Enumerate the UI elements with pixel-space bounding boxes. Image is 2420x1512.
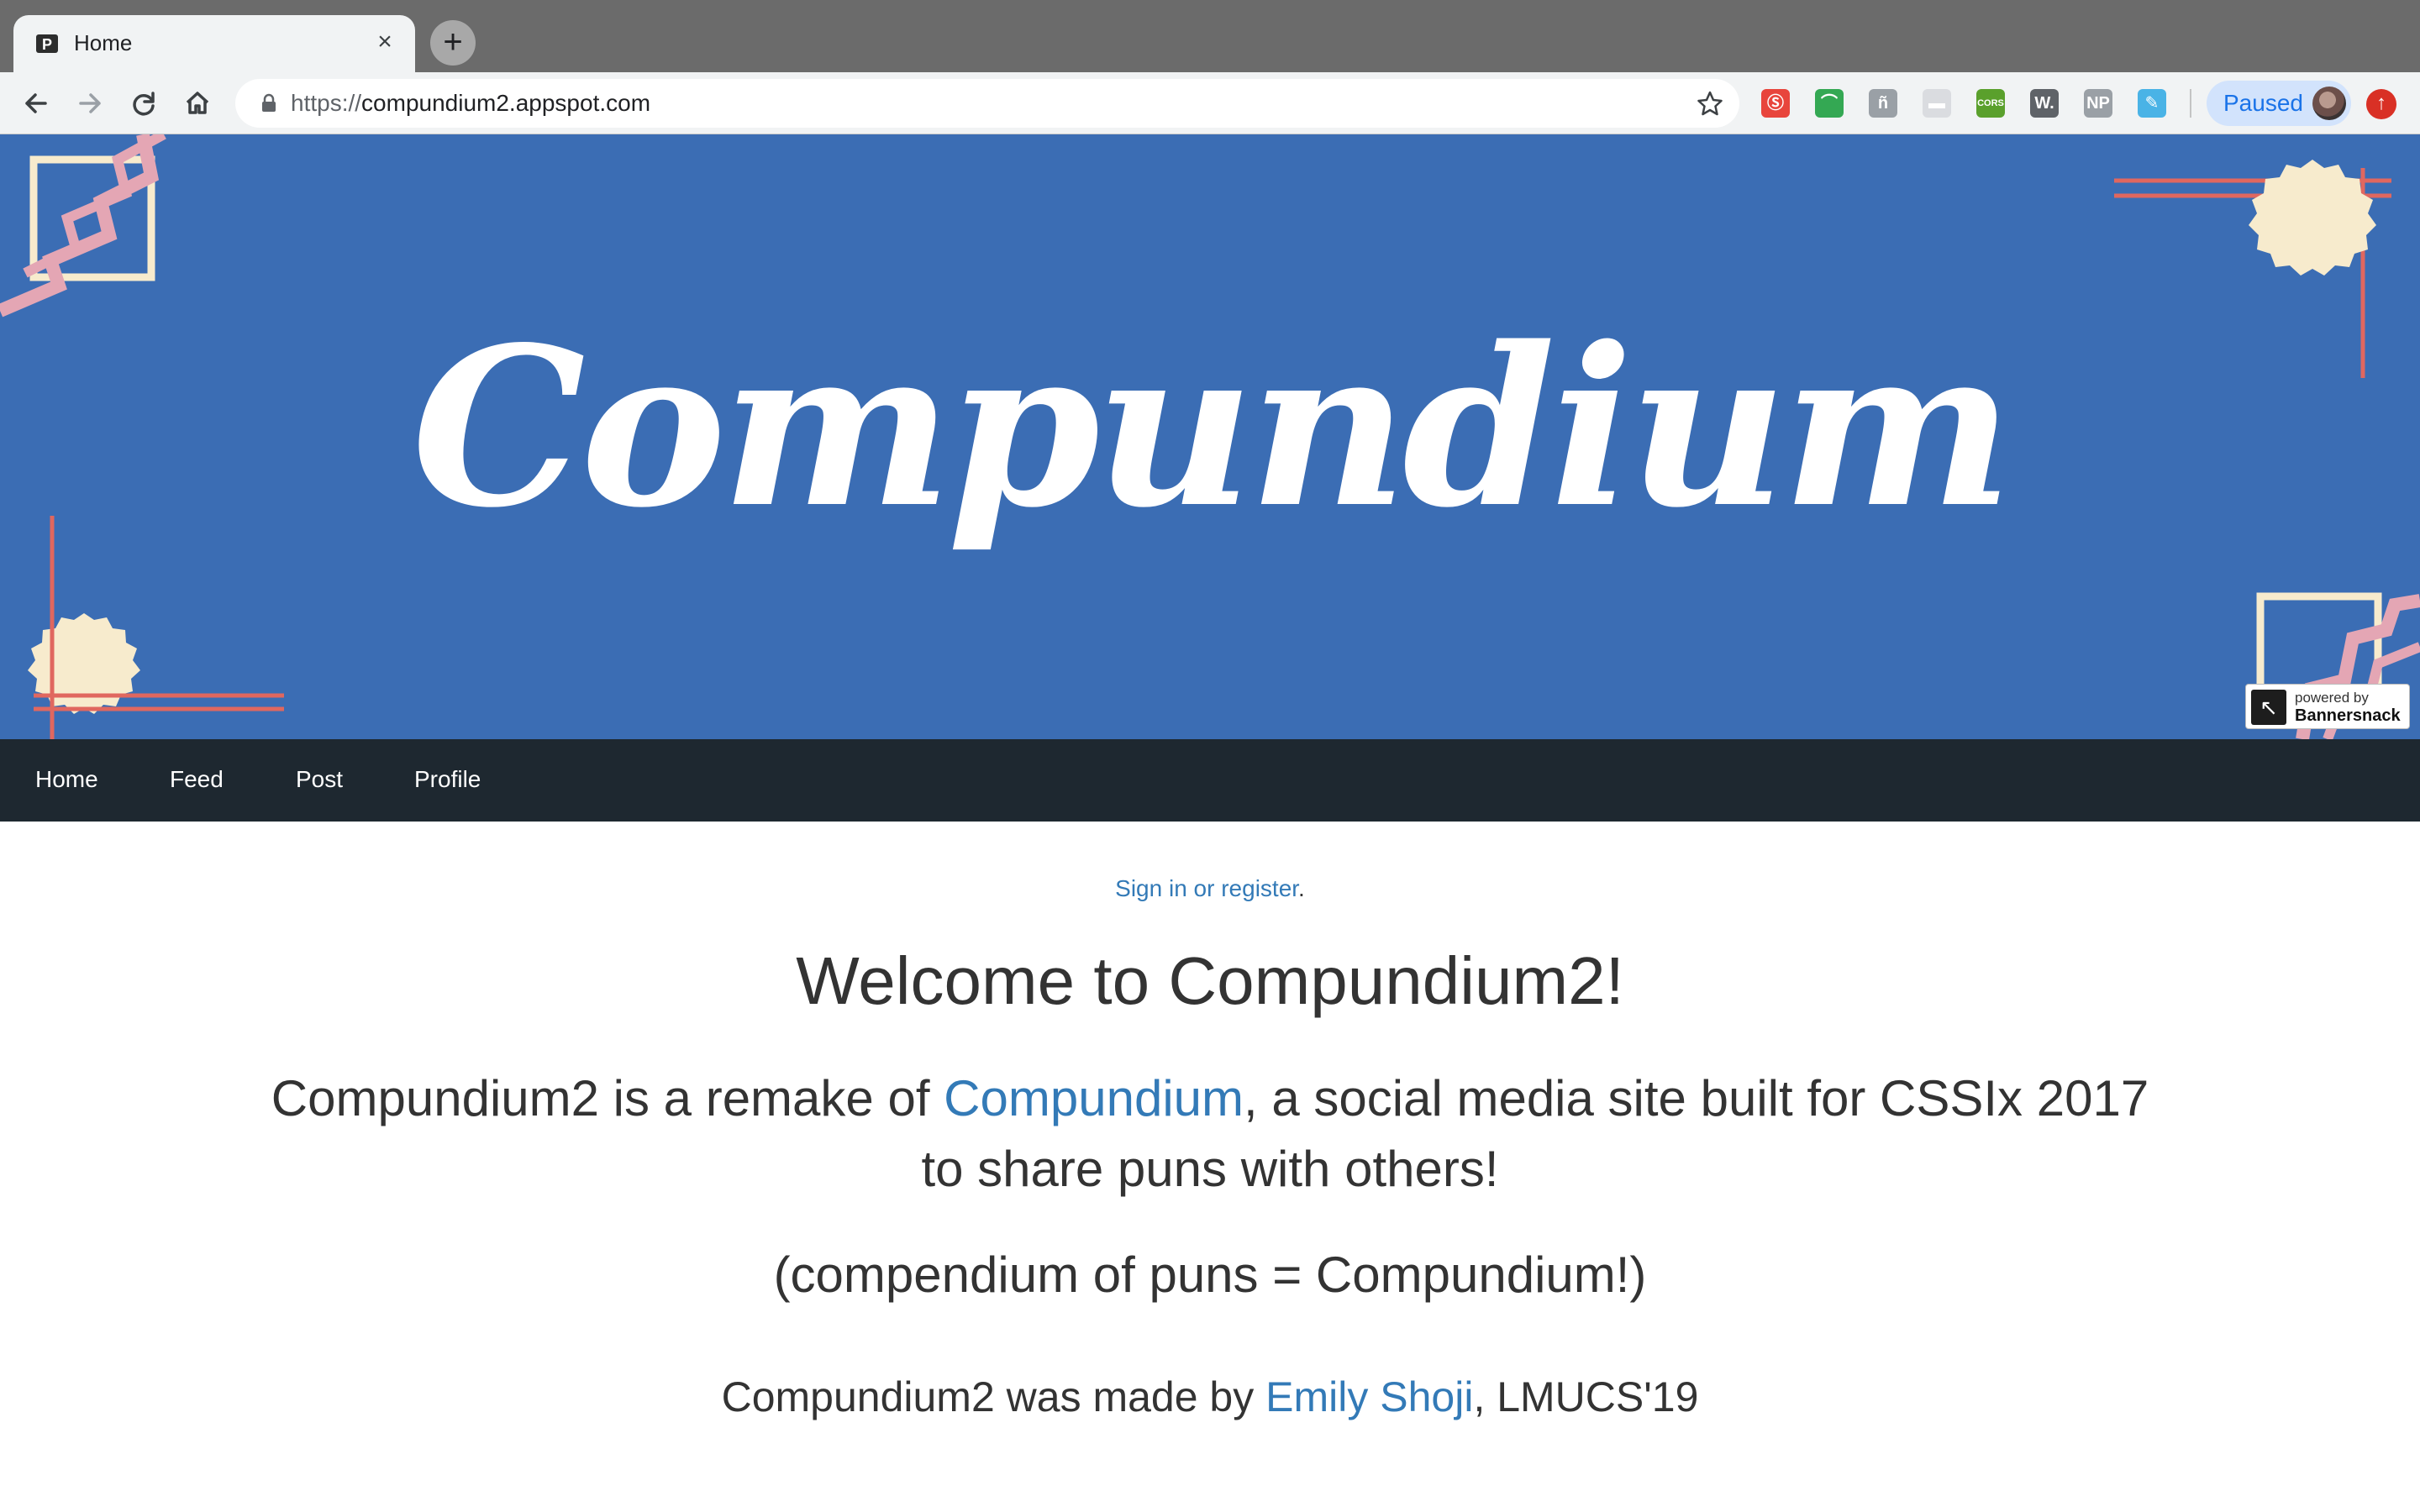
extension-8-icon[interactable]: ✎ bbox=[2138, 89, 2166, 118]
nav-profile-link[interactable]: Profile bbox=[414, 763, 481, 796]
extension-3-icon[interactable]: ñ bbox=[1869, 89, 1897, 118]
site-navbar: Home Feed Post Profile bbox=[0, 739, 2420, 822]
back-arrow-icon[interactable] bbox=[15, 82, 57, 124]
svg-text:P: P bbox=[42, 36, 52, 53]
credit-text-before: Compundium2 was made by bbox=[721, 1373, 1266, 1420]
url-text: https://compundium2.appspot.com bbox=[291, 90, 651, 116]
nav-feed-link[interactable]: Feed bbox=[170, 763, 224, 796]
author-link[interactable]: Emily Shoji bbox=[1265, 1373, 1473, 1420]
extension-4-icon[interactable]: ▬ bbox=[1923, 89, 1951, 118]
banner-burst-bottom-left bbox=[28, 613, 140, 714]
forward-arrow-icon[interactable] bbox=[69, 82, 111, 124]
author-credit: Compundium2 was made by Emily Shoji, LMU… bbox=[0, 1368, 2420, 1426]
tab-title: Home bbox=[74, 30, 133, 55]
bookmark-star-icon[interactable] bbox=[1696, 87, 1724, 119]
address-bar[interactable]: https://compundium2.appspot.com bbox=[235, 79, 1739, 128]
browser-tabstrip: P Home × + bbox=[0, 0, 2420, 72]
banner-decoration: Compundium bbox=[0, 134, 2420, 739]
powered-by-label: powered by bbox=[2295, 690, 2369, 706]
home-icon[interactable] bbox=[176, 82, 218, 124]
profile-status-label: Paused bbox=[2223, 90, 2303, 116]
site-banner: Compundium ↖ powered by Bannersnack bbox=[0, 134, 2420, 739]
banner-logo-text: Compundium bbox=[412, 300, 2008, 556]
bannersnack-logo-icon: ↖ bbox=[2251, 690, 2286, 725]
nav-post-link[interactable]: Post bbox=[296, 763, 343, 796]
browser-toolbar: https://compundium2.appspot.com Ⓢ ⌒ ñ ▬ CORS… bbox=[0, 72, 2420, 134]
profile-avatar bbox=[2312, 87, 2346, 120]
site-favicon-icon: P bbox=[36, 34, 58, 53]
tab-close-icon[interactable]: × bbox=[370, 27, 400, 57]
page-title: Welcome to Compundium2! bbox=[796, 943, 1624, 1018]
signin-register-link[interactable]: Sign in or register bbox=[1115, 875, 1298, 901]
new-tab-button[interactable]: + bbox=[430, 20, 476, 66]
lock-icon bbox=[262, 93, 276, 112]
site-description: Compundium2 is a remake of Compundium, a… bbox=[252, 1063, 2168, 1205]
toolbar-separator bbox=[2190, 89, 2191, 118]
extension-np-icon[interactable]: NP bbox=[2084, 89, 2112, 118]
bannersnack-label: Bannersnack bbox=[2295, 706, 2401, 725]
extension-2-icon[interactable]: ⌒ bbox=[1815, 89, 1844, 118]
profile-paused-button[interactable]: Paused bbox=[2207, 81, 2351, 126]
desc-text-before: Compundium2 is a remake of bbox=[271, 1070, 944, 1126]
powered-by-bannersnack-badge[interactable]: ↖ powered by Bannersnack bbox=[2245, 684, 2410, 729]
signin-suffix: . bbox=[1298, 875, 1305, 901]
reload-icon[interactable] bbox=[123, 82, 165, 124]
compundium-link[interactable]: Compundium bbox=[944, 1070, 1244, 1126]
browser-tab-home[interactable]: P Home × bbox=[13, 15, 415, 72]
banner-burst-top-right bbox=[2249, 160, 2376, 276]
credit-text-after: , LMUCS'19 bbox=[1473, 1373, 1699, 1420]
signin-paragraph: Sign in or register. bbox=[0, 872, 2420, 906]
extension-1-icon[interactable]: Ⓢ bbox=[1761, 89, 1790, 118]
extension-w-icon[interactable]: W. bbox=[2030, 89, 2059, 118]
pun-explanation: (compendium of puns = Compundium!) bbox=[773, 1247, 1647, 1303]
nav-home-link[interactable]: Home bbox=[35, 763, 98, 796]
chrome-update-icon[interactable]: ↑ bbox=[2366, 89, 2396, 119]
extension-cors-icon[interactable]: CORS bbox=[1976, 89, 2005, 118]
